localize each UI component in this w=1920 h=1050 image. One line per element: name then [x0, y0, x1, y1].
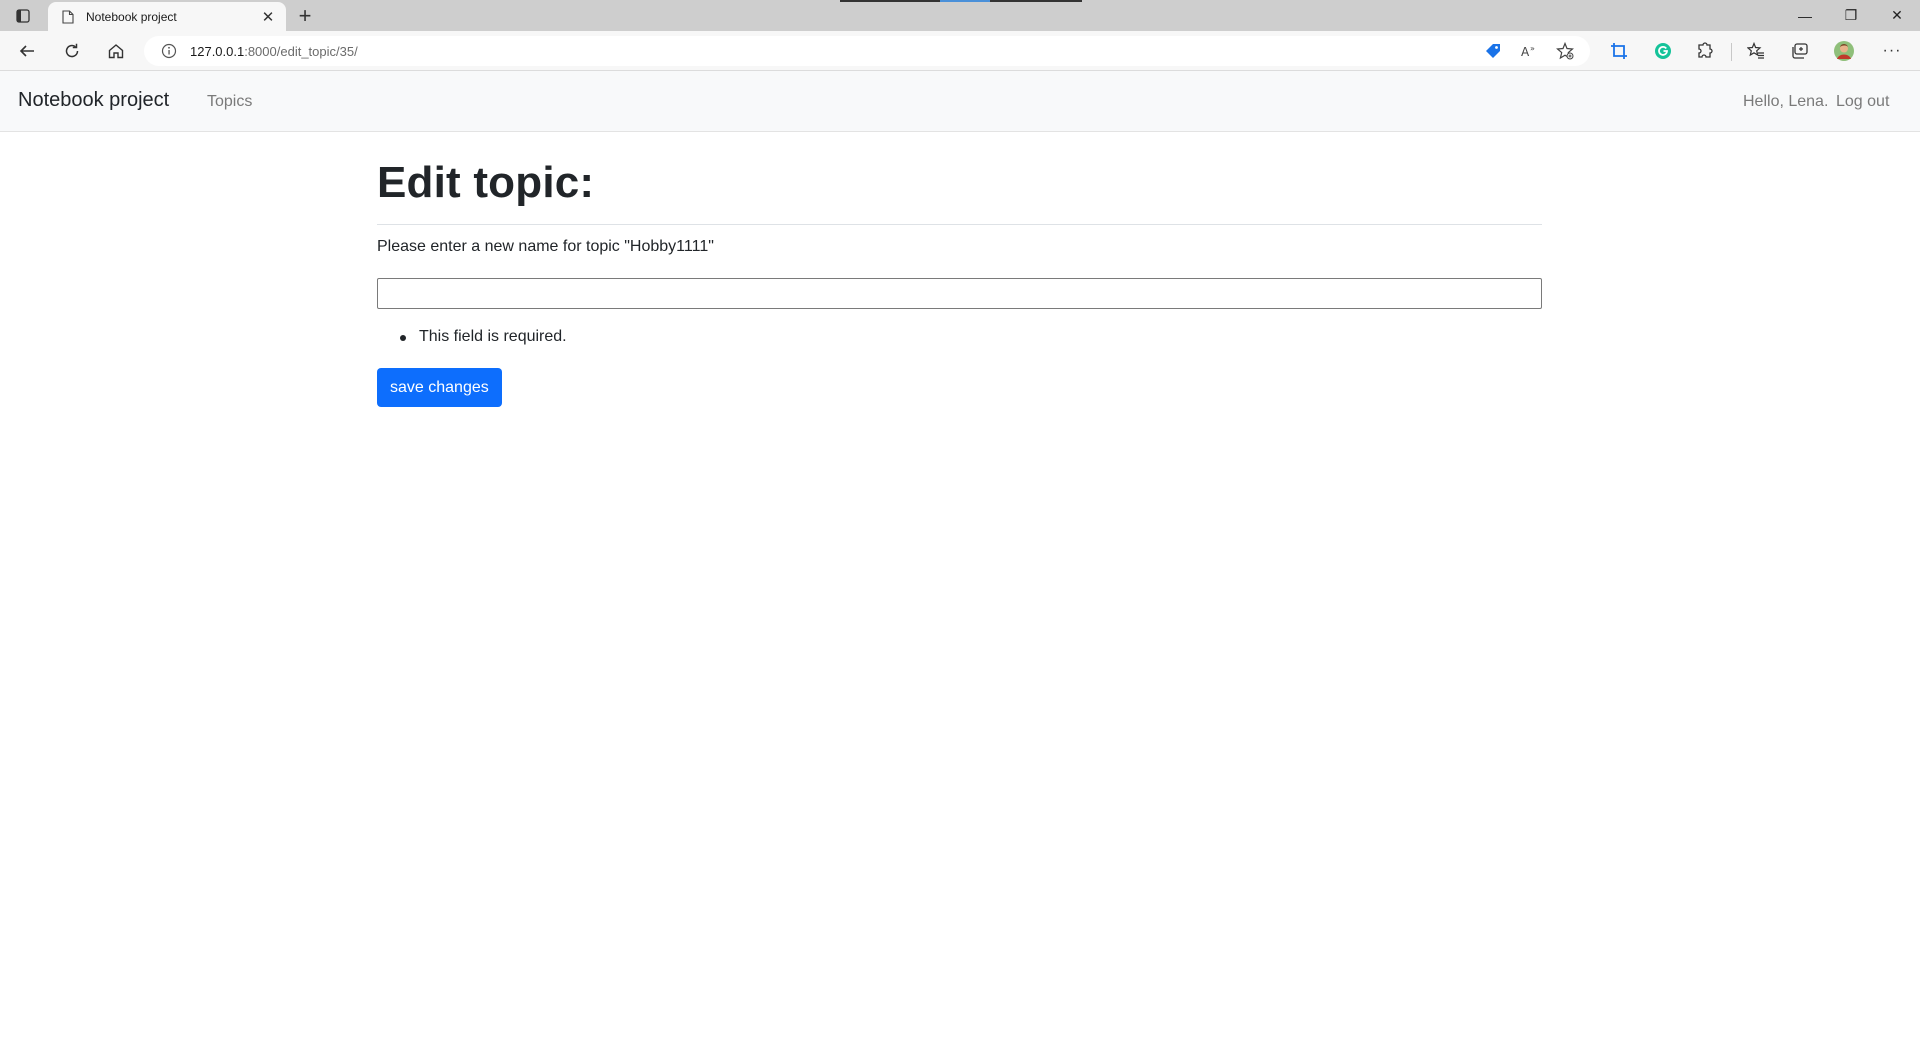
- minimize-button[interactable]: —: [1782, 0, 1828, 31]
- browser-toolbar: 127.0.0.1:8000/edit_topic/35/ A» ···: [0, 31, 1920, 71]
- close-tab-icon[interactable]: ✕: [258, 7, 278, 27]
- home-icon[interactable]: [104, 39, 128, 63]
- browser-tab[interactable]: Notebook project ✕: [48, 2, 286, 31]
- page-title: Edit topic:: [377, 158, 595, 207]
- new-tab-button[interactable]: +: [294, 3, 316, 28]
- grammarly-icon[interactable]: [1651, 39, 1675, 63]
- extensions-icon[interactable]: [1694, 39, 1718, 63]
- url-path: :8000/edit_topic/35/: [244, 43, 358, 59]
- error-message: This field is required.: [377, 328, 567, 346]
- bullet-icon: [400, 335, 406, 341]
- window-drag-indicator: [840, 0, 940, 2]
- reload-icon[interactable]: [60, 39, 84, 63]
- svg-text:A: A: [1521, 45, 1530, 59]
- site-info-icon[interactable]: [158, 40, 180, 62]
- error-list: This field is required.: [377, 328, 567, 346]
- nav-link-topics[interactable]: Topics: [207, 93, 252, 111]
- page-icon: [60, 9, 76, 25]
- window-drag-indicator-end: [990, 0, 1082, 2]
- screenshot-crop-icon[interactable]: [1607, 39, 1631, 63]
- title-divider: [377, 224, 1542, 225]
- collections-icon[interactable]: [1788, 39, 1812, 63]
- user-greeting: Hello, Lena.: [1743, 93, 1829, 110]
- url-host: 127.0.0.1: [190, 43, 245, 59]
- favorites-icon[interactable]: [1744, 39, 1768, 63]
- svg-text:»: »: [1530, 44, 1535, 53]
- more-options-icon[interactable]: ···: [1880, 39, 1904, 63]
- error-text: This field is required.: [419, 328, 567, 345]
- address-bar[interactable]: 127.0.0.1:8000/edit_topic/35/ A»: [144, 36, 1590, 66]
- add-favorite-icon[interactable]: [1554, 40, 1576, 62]
- url-text[interactable]: 127.0.0.1:8000/edit_topic/35/: [190, 44, 358, 59]
- window-close-button[interactable]: ✕: [1874, 0, 1920, 31]
- form-instructions: Please enter a new name for topic "Hobby…: [377, 238, 714, 255]
- shopping-tag-icon[interactable]: [1482, 40, 1504, 62]
- topic-name-input[interactable]: [377, 278, 1542, 309]
- window-drag-indicator-active: [940, 0, 990, 2]
- navbar-brand[interactable]: Notebook project: [18, 89, 169, 112]
- back-icon[interactable]: [15, 39, 39, 63]
- read-aloud-icon[interactable]: A»: [1518, 40, 1540, 62]
- restore-button[interactable]: ❐: [1828, 0, 1874, 31]
- browser-tabstrip: Notebook project ✕ + — ❐ ✕: [0, 0, 1920, 31]
- tab-actions-icon[interactable]: [12, 6, 34, 26]
- nav-link-logout[interactable]: Log out: [1836, 93, 1889, 111]
- save-changes-button[interactable]: save changes: [377, 368, 502, 407]
- profile-avatar[interactable]: [1832, 39, 1856, 63]
- tab-title: Notebook project: [86, 9, 177, 24]
- site-navbar: Notebook project Topics Hello, Lena. Log…: [0, 71, 1920, 132]
- toolbar-separator: [1731, 43, 1732, 61]
